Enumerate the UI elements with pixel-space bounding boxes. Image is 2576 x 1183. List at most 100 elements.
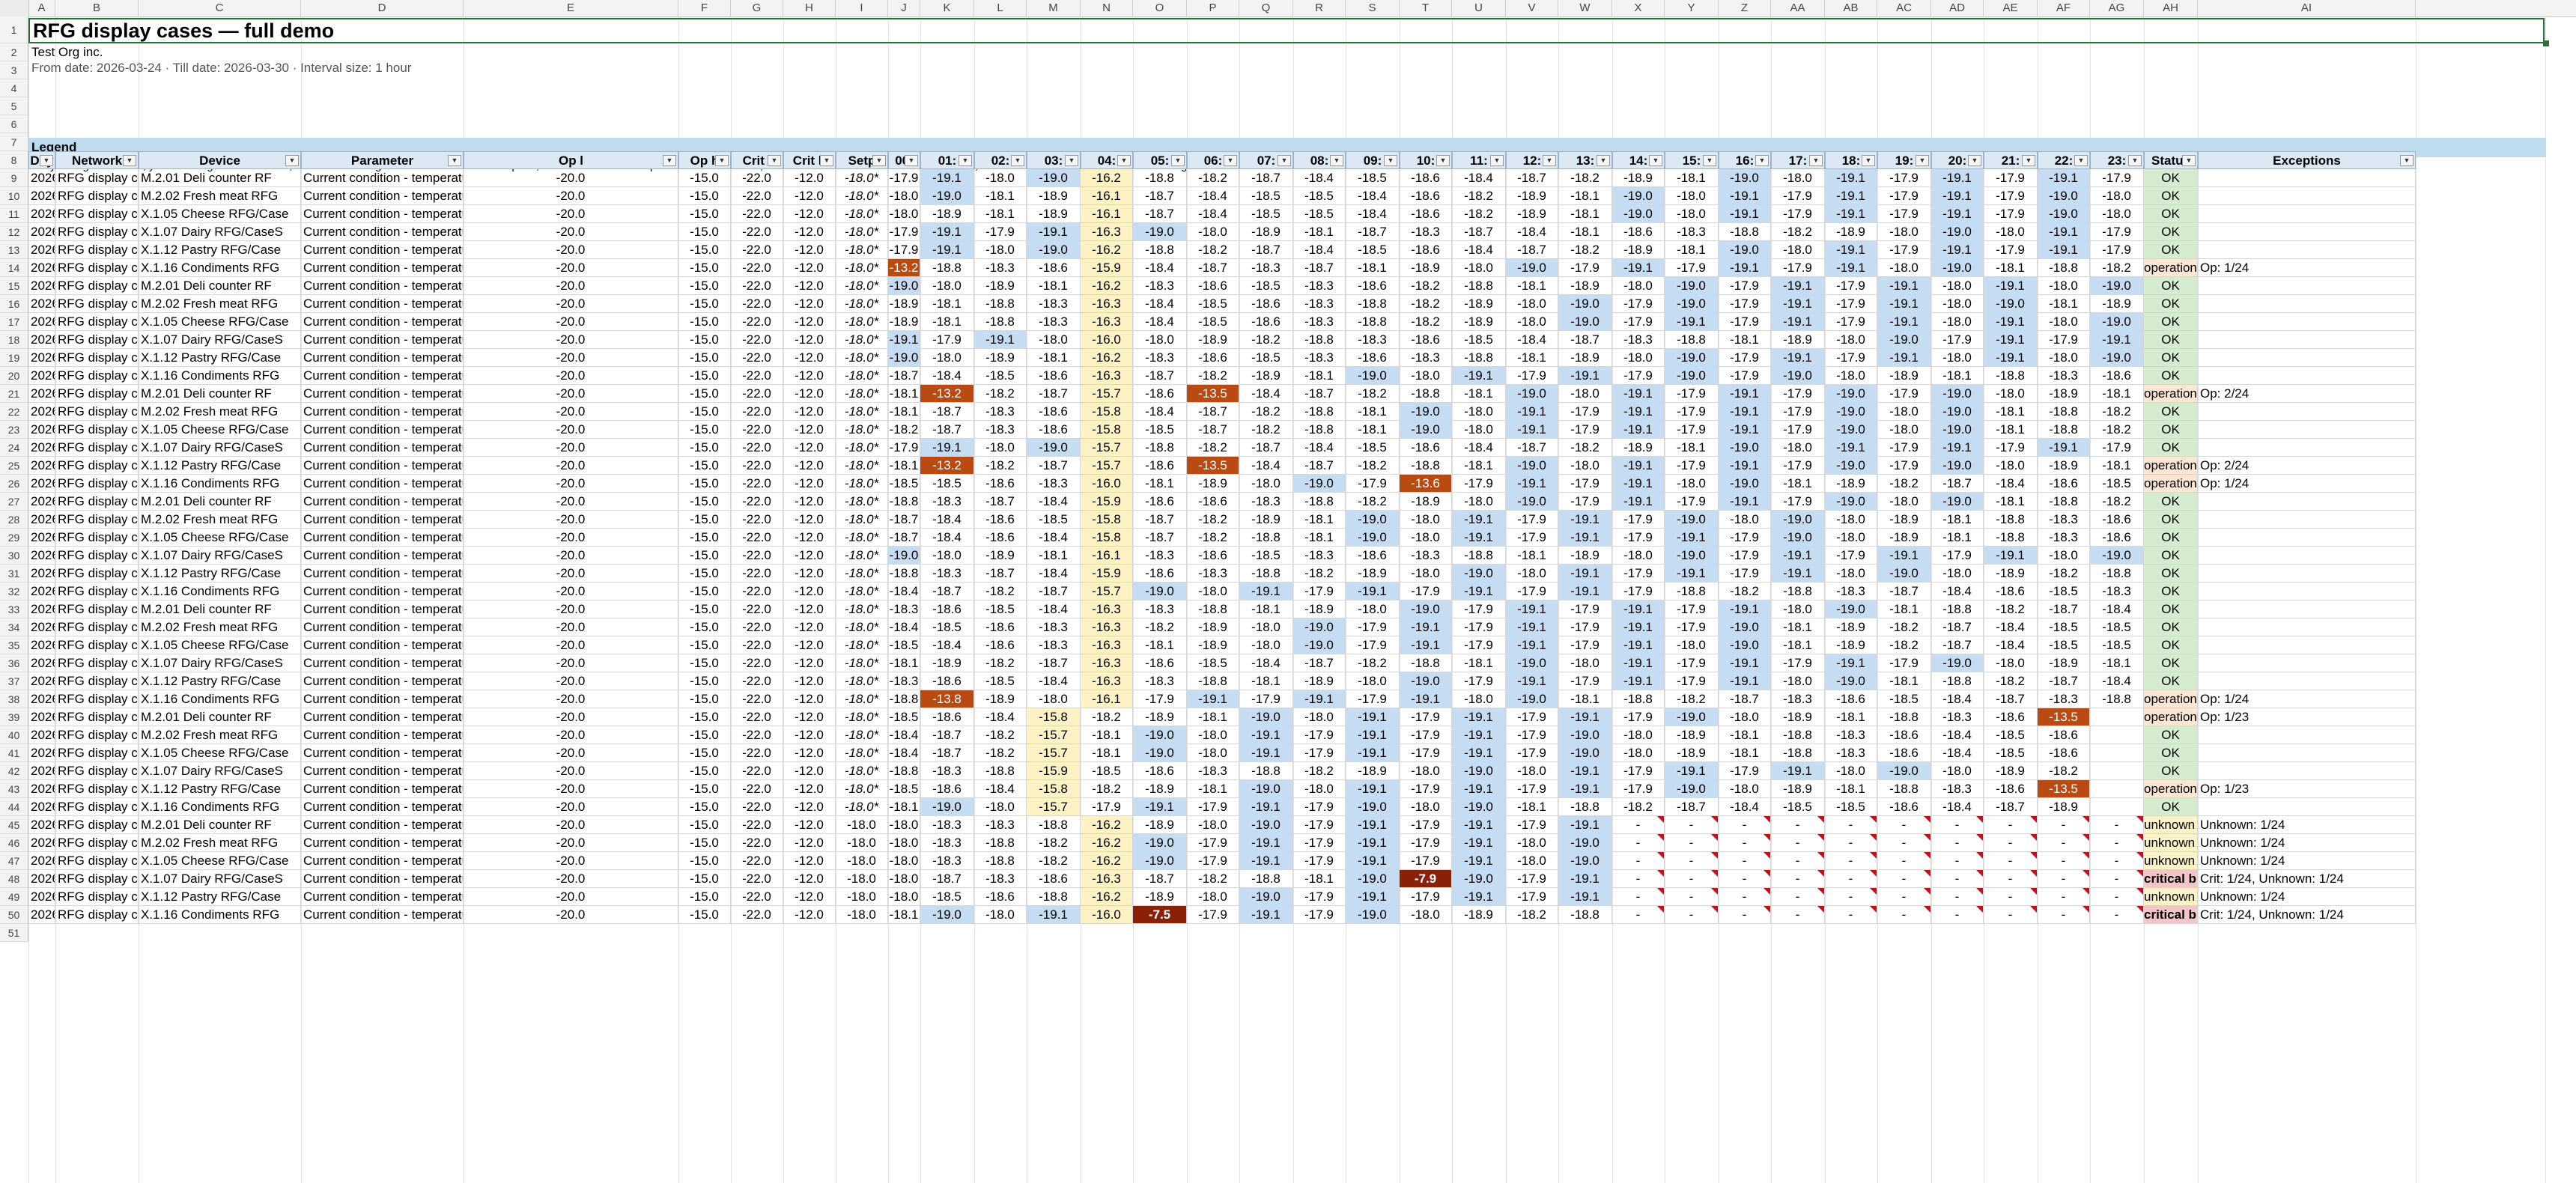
hour-value-cell[interactable]: -18.6: [1027, 259, 1081, 277]
hour-value-cell[interactable]: -18.8: [1452, 547, 1506, 565]
network-cell[interactable]: RFG display cases — Ma: [55, 852, 139, 870]
device-cell[interactable]: X.1.07 Dairy RFG/CaseS: [139, 762, 301, 780]
hour-value-cell[interactable]: -18.2: [1877, 636, 1931, 654]
hour-value-cell[interactable]: -17.9: [1506, 780, 1558, 798]
hour-value-cell[interactable]: -19.1: [1452, 511, 1506, 529]
hour-value-cell[interactable]: -18.7: [1133, 511, 1187, 529]
hour-value-cell[interactable]: -18.3: [2090, 583, 2144, 600]
status-badge[interactable]: OK: [2144, 169, 2198, 187]
hour-value-cell[interactable]: -19.0: [1931, 223, 1984, 241]
hour-value-cell[interactable]: -18.3: [1027, 636, 1081, 654]
hour-value-cell[interactable]: -19.0: [1293, 618, 1346, 636]
setpoint-cell[interactable]: -18.0*: [836, 187, 888, 205]
hour-value-cell[interactable]: -19.0: [1825, 385, 1877, 403]
hour-value-cell[interactable]: -18.8: [1027, 888, 1081, 906]
hour-value-cell[interactable]: -19.0: [1931, 493, 1984, 511]
hour-value-cell[interactable]: -18.2: [1187, 367, 1239, 385]
hour-value-cell[interactable]: -18.9: [2038, 457, 2090, 475]
setpoint-cell[interactable]: -18.0*: [836, 385, 888, 403]
op-high-cell[interactable]: -15.0: [678, 618, 731, 636]
network-cell[interactable]: RFG display cases — Ma: [55, 277, 139, 295]
hour-value-cell[interactable]: -18.7: [2038, 672, 2090, 690]
filter-dropdown-icon[interactable]: ▼: [1224, 155, 1237, 166]
hour-value-cell[interactable]: -18.0: [1825, 565, 1877, 583]
hour-value-cell[interactable]: -18.1: [1293, 367, 1346, 385]
hour-value-cell[interactable]: -19.0: [1506, 493, 1558, 511]
op-low-cell[interactable]: -20.0: [464, 816, 678, 834]
hour-value-cell[interactable]: -18.0: [1400, 762, 1452, 780]
setpoint-cell[interactable]: -18.0*: [836, 726, 888, 744]
hour-value-cell[interactable]: -: [2038, 870, 2090, 888]
hour-value-cell[interactable]: -17.9: [1665, 259, 1719, 277]
filter-dropdown-icon[interactable]: ▼: [1649, 155, 1662, 166]
hour-value-cell[interactable]: -: [1931, 834, 1984, 852]
hour-value-cell[interactable]: -17.9: [888, 223, 920, 241]
hour-value-cell[interactable]: -18.2: [974, 385, 1027, 403]
op-high-cell[interactable]: -15.0: [678, 798, 731, 816]
op-low-cell[interactable]: -20.0: [464, 313, 678, 331]
op-low-cell[interactable]: -20.0: [464, 690, 678, 708]
hour-value-cell[interactable]: -18.9: [1558, 277, 1612, 295]
row-header-37[interactable]: 37: [0, 672, 28, 690]
hour-value-cell[interactable]: -19.0: [1239, 816, 1293, 834]
hour-value-cell[interactable]: -7.9: [1400, 870, 1452, 888]
hour-value-cell[interactable]: -17.9: [888, 169, 920, 187]
network-cell[interactable]: RFG display cases — Ma: [55, 708, 139, 726]
hour-value-cell[interactable]: -18.6: [1825, 690, 1877, 708]
hour-value-cell[interactable]: -18.3: [1027, 295, 1081, 313]
hour-value-cell[interactable]: -18.7: [1558, 331, 1612, 349]
parameter-cell[interactable]: Current condition - temperatur: [301, 313, 464, 331]
hour-value-cell[interactable]: -18.6: [974, 511, 1027, 529]
row-header-13[interactable]: 13: [0, 241, 28, 259]
hour-value-cell[interactable]: -19.1: [1719, 205, 1771, 223]
setpoint-cell[interactable]: -18.0: [836, 888, 888, 906]
row-header-28[interactable]: 28: [0, 511, 28, 529]
hour-value-cell[interactable]: -18.0: [1719, 511, 1771, 529]
status-badge[interactable]: OK: [2144, 277, 2198, 295]
hour-value-cell[interactable]: -19.1: [1719, 457, 1771, 475]
hour-value-cell[interactable]: -18.5: [1239, 187, 1293, 205]
hour-value-cell[interactable]: -19.0: [1665, 295, 1719, 313]
hour-value-cell[interactable]: -18.5: [2090, 618, 2144, 636]
hour-value-cell[interactable]: -: [2038, 906, 2090, 924]
hour-value-cell[interactable]: -17.9: [1931, 547, 1984, 565]
op-low-cell[interactable]: -20.0: [464, 385, 678, 403]
hour-value-cell[interactable]: -18.4: [1239, 457, 1293, 475]
hour-value-cell[interactable]: -19.1: [1452, 583, 1506, 600]
hour-value-cell[interactable]: -17.9: [1400, 816, 1452, 834]
device-cell[interactable]: M.2.01 Deli counter RF: [139, 385, 301, 403]
hour-value-cell[interactable]: -17.9: [1558, 672, 1612, 690]
hour-value-cell[interactable]: -18.1: [1346, 259, 1400, 277]
hour-value-cell[interactable]: -19.0: [1133, 583, 1187, 600]
hour-value-cell[interactable]: -17.9: [1506, 888, 1558, 906]
hour-value-cell[interactable]: -19.1: [2038, 439, 2090, 457]
header-cell[interactable]: 01: ▼: [920, 151, 974, 169]
hour-value-cell[interactable]: -18.6: [1346, 349, 1400, 367]
setpoint-cell[interactable]: -18.0*: [836, 672, 888, 690]
op-high-cell[interactable]: -15.0: [678, 816, 731, 834]
hour-value-cell[interactable]: -: [1771, 816, 1825, 834]
hour-value-cell[interactable]: -18.6: [1877, 726, 1931, 744]
hour-value-cell[interactable]: -19.0: [1239, 780, 1293, 798]
crit-low-cell[interactable]: -22.0: [731, 600, 783, 618]
hour-value-cell[interactable]: -19.0: [1931, 654, 1984, 672]
hour-value-cell[interactable]: -18.0: [1400, 798, 1452, 816]
status-badge[interactable]: OK: [2144, 762, 2198, 780]
header-cell[interactable]: 09: ▼: [1346, 151, 1400, 169]
device-cell[interactable]: X.1.12 Pastry RFG/Case: [139, 457, 301, 475]
day-cell[interactable]: 2026-03-28: [28, 690, 55, 708]
crit-low-cell[interactable]: -22.0: [731, 672, 783, 690]
parameter-cell[interactable]: Current condition - temperatur: [301, 169, 464, 187]
header-cell[interactable]: Crit l ▼: [731, 151, 783, 169]
hour-value-cell[interactable]: -18.4: [1452, 439, 1506, 457]
hour-value-cell[interactable]: -17.9: [1239, 690, 1293, 708]
hour-value-cell[interactable]: -18.4: [1293, 241, 1346, 259]
crit-low-cell[interactable]: -22.0: [731, 852, 783, 870]
hour-value-cell[interactable]: -18.1: [1293, 529, 1346, 547]
status-badge[interactable]: OK: [2144, 654, 2198, 672]
hour-value-cell[interactable]: -18.2: [1558, 241, 1612, 259]
hour-value-cell[interactable]: -18.6: [974, 888, 1027, 906]
hour-value-cell[interactable]: -18.5: [974, 600, 1027, 618]
device-cell[interactable]: M.2.02 Fresh meat RFG: [139, 511, 301, 529]
row-header-20[interactable]: 20: [0, 367, 28, 385]
